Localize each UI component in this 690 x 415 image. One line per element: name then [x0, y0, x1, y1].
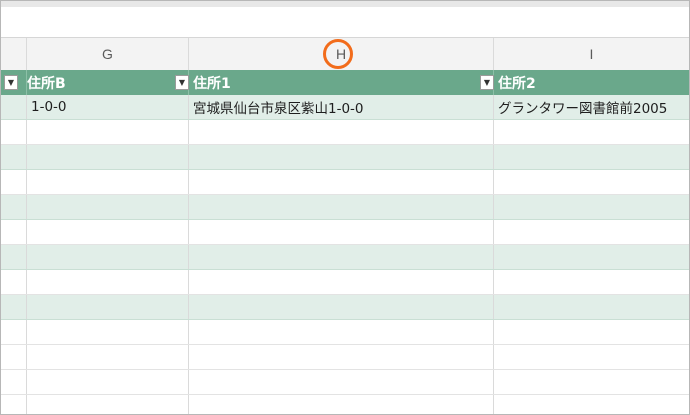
table-cell[interactable] [1, 345, 27, 369]
table-cell[interactable] [27, 120, 189, 144]
table-cell[interactable] [494, 195, 689, 219]
table-row [1, 370, 689, 395]
table-header-cell[interactable]: ▼ 住所2 [480, 70, 689, 95]
table-cell[interactable] [1, 395, 27, 414]
table-cell[interactable] [27, 370, 189, 394]
table-cell[interactable] [494, 295, 689, 319]
table-cell[interactable] [27, 345, 189, 369]
table-cell[interactable] [27, 395, 189, 414]
table-header-cell-partial[interactable]: ▼ [1, 70, 27, 95]
table-cell[interactable] [189, 120, 494, 144]
table-cell[interactable] [189, 145, 494, 169]
table-cell[interactable] [494, 370, 689, 394]
table-cell[interactable] [494, 170, 689, 194]
table-cell[interactable] [1, 295, 27, 319]
table-row [1, 295, 689, 320]
spreadsheet-window: G H I ▼ 住所B ▼ 住所1 ▼ 住所2 1-0-0 宮城県仙台市泉区紫山… [0, 0, 690, 415]
table-cell[interactable] [1, 95, 27, 119]
column-header-g[interactable]: G [27, 38, 189, 70]
table-row [1, 220, 689, 245]
table-row [1, 170, 689, 195]
table-header-cell[interactable]: 住所B [27, 70, 189, 95]
table-cell[interactable] [1, 245, 27, 269]
table-header-row: ▼ 住所B ▼ 住所1 ▼ 住所2 [1, 70, 689, 95]
table-row [1, 345, 689, 370]
table-row [1, 270, 689, 295]
table-cell[interactable] [189, 195, 494, 219]
table-cell[interactable] [1, 120, 27, 144]
table-cell[interactable] [189, 170, 494, 194]
header-label: 住所B [27, 75, 66, 92]
table-row [1, 245, 689, 270]
table-row [1, 320, 689, 345]
filter-dropdown-icon[interactable]: ▼ [480, 75, 494, 90]
table-cell[interactable] [27, 270, 189, 294]
table-cell[interactable] [189, 320, 494, 344]
header-label: 住所2 [498, 75, 536, 92]
table-cell[interactable]: 宮城県仙台市泉区紫山1-0-0 [189, 95, 494, 119]
table-row [1, 145, 689, 170]
table-header-cell[interactable]: ▼ 住所1 [175, 70, 494, 95]
table-cell[interactable] [189, 345, 494, 369]
table-cell[interactable] [27, 220, 189, 244]
table-cell[interactable] [494, 345, 689, 369]
table-cell[interactable] [494, 320, 689, 344]
filter-dropdown-icon[interactable]: ▼ [4, 75, 18, 90]
table-cell[interactable] [1, 320, 27, 344]
table-cell[interactable] [27, 320, 189, 344]
table-cell[interactable]: 1-0-0 [27, 95, 189, 119]
table-cell[interactable] [1, 370, 27, 394]
column-letter-h: H [335, 46, 347, 62]
column-header-h[interactable]: H [189, 38, 494, 70]
table-cell[interactable] [27, 145, 189, 169]
table-cell[interactable] [189, 370, 494, 394]
table-cell[interactable] [189, 395, 494, 414]
table-cell[interactable] [27, 170, 189, 194]
column-letter-g: G [102, 46, 113, 62]
table-row: 1-0-0 宮城県仙台市泉区紫山1-0-0 グランタワー図書館前2005 [1, 95, 689, 120]
table-cell[interactable] [494, 395, 689, 414]
table-row [1, 120, 689, 145]
table-cell[interactable] [27, 195, 189, 219]
formula-bar-area[interactable] [1, 7, 689, 38]
table-cell[interactable] [1, 170, 27, 194]
filter-dropdown-icon[interactable]: ▼ [175, 75, 189, 90]
column-header-f-partial[interactable] [1, 38, 27, 70]
table-cell[interactable] [494, 245, 689, 269]
table-cell[interactable] [189, 245, 494, 269]
table-cell[interactable] [189, 295, 494, 319]
header-label: 住所1 [193, 75, 231, 92]
table-cell[interactable] [189, 270, 494, 294]
table-cell[interactable]: グランタワー図書館前2005 [494, 95, 689, 119]
table-cell[interactable] [494, 120, 689, 144]
table-cell[interactable] [1, 270, 27, 294]
table-cell[interactable] [494, 220, 689, 244]
table-cell[interactable] [189, 220, 494, 244]
column-letter-i: I [589, 46, 594, 62]
table-cell[interactable] [1, 220, 27, 244]
table-row [1, 395, 689, 414]
table-row [1, 195, 689, 220]
column-header-i[interactable]: I [494, 38, 689, 70]
table-cell[interactable] [1, 145, 27, 169]
table-cell[interactable] [494, 270, 689, 294]
table-cell[interactable] [494, 145, 689, 169]
table-cell[interactable] [27, 245, 189, 269]
table-cell[interactable] [1, 195, 27, 219]
table-cell[interactable] [27, 295, 189, 319]
